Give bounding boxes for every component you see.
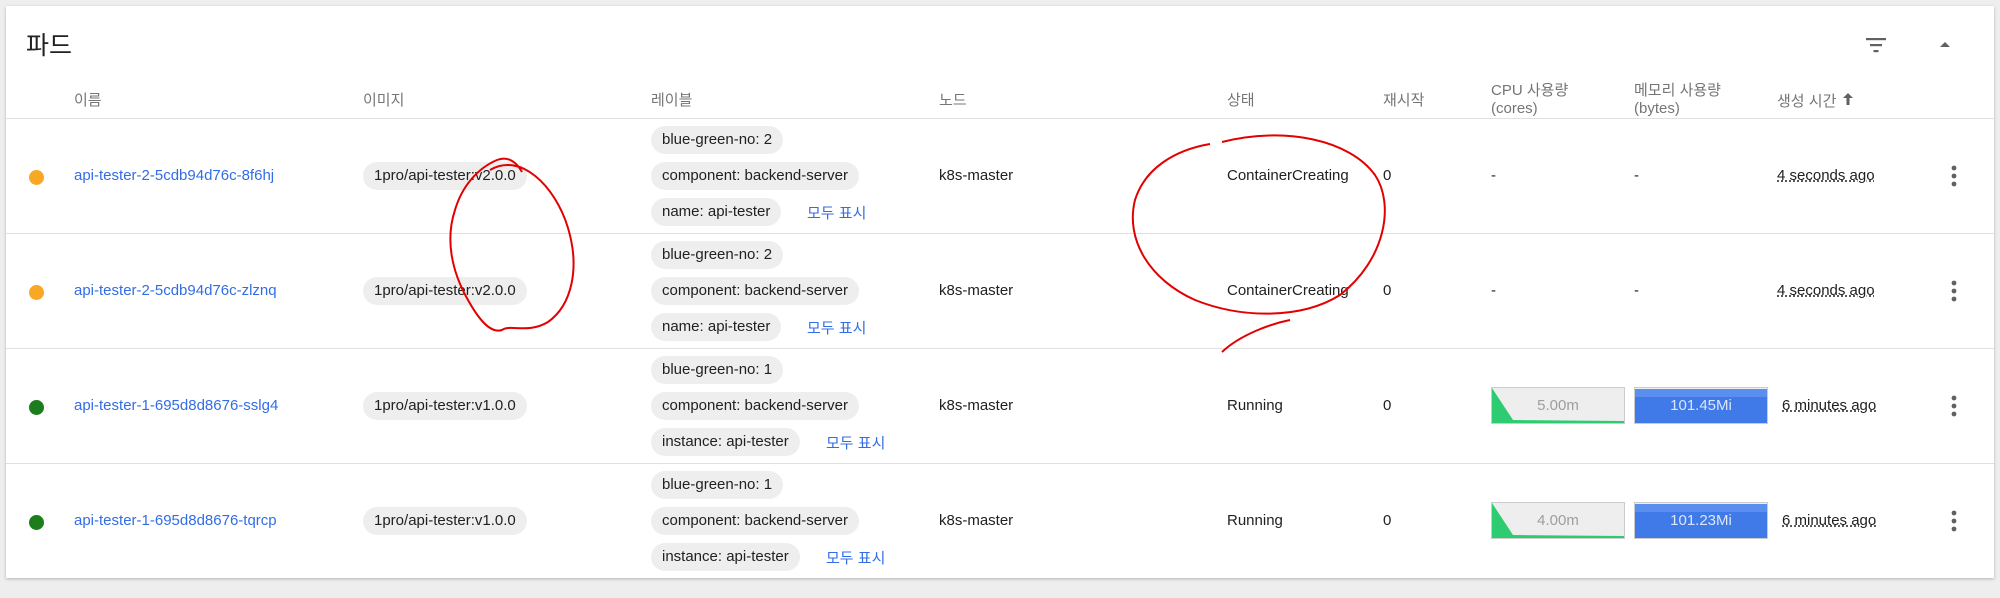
status-pending-icon xyxy=(29,170,44,185)
node-cell: k8s-master xyxy=(939,282,1014,299)
column-header-node[interactable]: 노드 xyxy=(939,92,967,110)
status-cell: ContainerCreating xyxy=(1227,282,1349,299)
age-cell: 4 seconds ago xyxy=(1777,282,1875,299)
status-cell: ContainerCreating xyxy=(1227,167,1349,184)
table-row: api-tester-2-5cdb94d76c-zlznq 1pro/api-t… xyxy=(6,233,1994,349)
more-vert-icon[interactable] xyxy=(1944,279,1964,303)
cpu-usage-value: 5.00m xyxy=(1537,397,1579,414)
cpu-usage-sparkline[interactable]: 5.00m xyxy=(1491,387,1625,424)
filter-list-icon[interactable] xyxy=(1861,30,1891,60)
memory-usage-value: 101.45Mi xyxy=(1670,397,1732,414)
node-cell: k8s-master xyxy=(939,167,1014,184)
label-chip: component: backend-server xyxy=(651,277,859,305)
label-chip: instance: api-tester xyxy=(651,543,800,571)
label-chip: blue-green-no: 1 xyxy=(651,471,784,499)
pods-card: 파드 이름 이미지 레이블 노드 상태 재시작 CPU 사용량 (cores) … xyxy=(6,6,1994,578)
image-chip: 1pro/api-tester:v2.0.0 xyxy=(363,162,527,190)
show-all-labels-link[interactable]: 모두 표시 xyxy=(807,202,866,223)
pod-name-link[interactable]: api-tester-1-695d8d8676-sslg4 xyxy=(74,397,278,414)
column-header-created[interactable]: 생성 시간 xyxy=(1777,92,1854,111)
age-cell: 6 minutes ago xyxy=(1782,397,1877,414)
column-header-memory-unit: (bytes) xyxy=(1634,100,1680,117)
status-running-icon xyxy=(29,515,44,530)
label-chip: component: backend-server xyxy=(651,392,859,420)
show-all-labels-link[interactable]: 모두 표시 xyxy=(826,547,885,568)
label-chip: component: backend-server xyxy=(651,507,859,535)
column-header-created-label: 생성 시간 xyxy=(1777,93,1837,110)
status-cell: Running xyxy=(1227,397,1283,414)
table-header: 이름 이미지 레이블 노드 상태 재시작 CPU 사용량 (cores) 메모리… xyxy=(6,82,1994,122)
memory-usage-sparkline[interactable]: 101.23Mi xyxy=(1634,502,1768,539)
more-vert-icon[interactable] xyxy=(1944,164,1964,188)
table-row: api-tester-2-5cdb94d76c-8f6hj 1pro/api-t… xyxy=(6,118,1994,234)
restarts-cell: 0 xyxy=(1383,282,1392,299)
restarts-cell: 0 xyxy=(1383,397,1392,414)
column-header-memory: 메모리 사용량 (bytes) xyxy=(1634,82,1721,118)
arrow-upward-icon[interactable] xyxy=(1842,92,1854,111)
column-header-cpu: CPU 사용량 (cores) xyxy=(1491,82,1568,118)
label-chip: blue-green-no: 1 xyxy=(651,356,784,384)
cpu-cell: - xyxy=(1491,282,1496,299)
label-chip: name: api-tester xyxy=(651,198,782,226)
label-chip: name: api-tester xyxy=(651,313,782,341)
memory-cell: - xyxy=(1634,167,1639,184)
image-chip: 1pro/api-tester:v1.0.0 xyxy=(363,507,527,535)
image-chip: 1pro/api-tester:v2.0.0 xyxy=(363,277,527,305)
label-chip: instance: api-tester xyxy=(651,428,800,456)
more-vert-icon[interactable] xyxy=(1944,509,1964,533)
table-row: api-tester-1-695d8d8676-sslg4 1pro/api-t… xyxy=(6,348,1994,464)
node-cell: k8s-master xyxy=(939,512,1014,529)
more-vert-icon[interactable] xyxy=(1944,394,1964,418)
age-cell: 6 minutes ago xyxy=(1782,512,1877,529)
show-all-labels-link[interactable]: 모두 표시 xyxy=(826,432,885,453)
column-header-status: 상태 xyxy=(1227,92,1255,109)
column-header-image: 이미지 xyxy=(363,92,405,109)
restarts-cell: 0 xyxy=(1383,512,1392,529)
column-header-name[interactable]: 이름 xyxy=(74,92,102,110)
column-header-restarts: 재시작 xyxy=(1383,92,1425,109)
pod-name-link[interactable]: api-tester-1-695d8d8676-tqrcp xyxy=(74,512,277,529)
label-chip: blue-green-no: 2 xyxy=(651,241,784,269)
restarts-cell: 0 xyxy=(1383,167,1392,184)
card-title: 파드 xyxy=(26,32,73,60)
cpu-usage-value: 4.00m xyxy=(1537,512,1579,529)
table-row: api-tester-1-695d8d8676-tqrcp 1pro/api-t… xyxy=(6,463,1994,579)
memory-usage-sparkline[interactable]: 101.45Mi xyxy=(1634,387,1768,424)
status-running-icon xyxy=(29,400,44,415)
card-header: 파드 xyxy=(6,6,1994,76)
column-header-cpu-unit: (cores) xyxy=(1491,100,1538,117)
column-header-memory-title: 메모리 사용량 xyxy=(1634,82,1721,99)
status-cell: Running xyxy=(1227,512,1283,529)
memory-cell: - xyxy=(1634,282,1639,299)
status-pending-icon xyxy=(29,285,44,300)
cpu-cell: - xyxy=(1491,167,1496,184)
image-chip: 1pro/api-tester:v1.0.0 xyxy=(363,392,527,420)
memory-usage-value: 101.23Mi xyxy=(1670,512,1732,529)
expand-less-icon[interactable] xyxy=(1930,30,1960,60)
label-chip: blue-green-no: 2 xyxy=(651,126,784,154)
label-chip: component: backend-server xyxy=(651,162,859,190)
pod-name-link[interactable]: api-tester-2-5cdb94d76c-8f6hj xyxy=(74,167,274,184)
node-cell: k8s-master xyxy=(939,397,1014,414)
pod-name-link[interactable]: api-tester-2-5cdb94d76c-zlznq xyxy=(74,282,277,299)
column-header-labels: 레이블 xyxy=(651,92,693,109)
column-header-cpu-title: CPU 사용량 xyxy=(1491,82,1569,99)
cpu-usage-sparkline[interactable]: 4.00m xyxy=(1491,502,1625,539)
show-all-labels-link[interactable]: 모두 표시 xyxy=(807,317,866,338)
age-cell: 4 seconds ago xyxy=(1777,167,1875,184)
